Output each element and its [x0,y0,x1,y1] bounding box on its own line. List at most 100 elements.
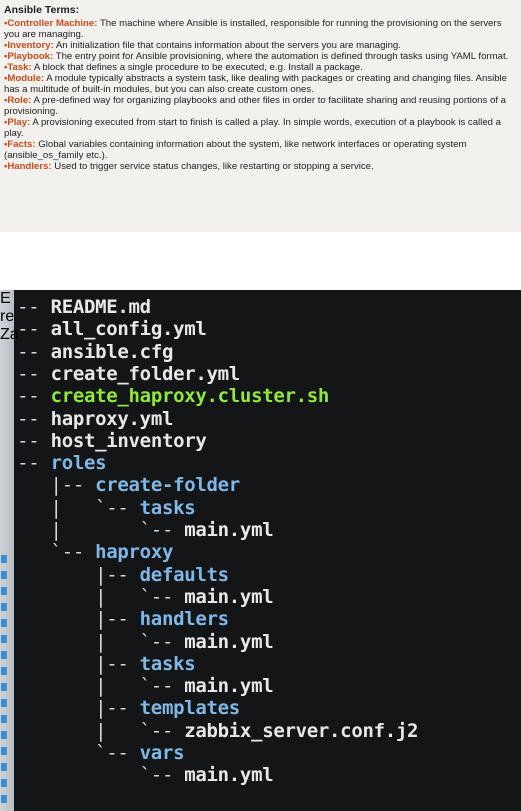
tree-line: `-- haproxy [6,541,174,564]
monitor-edge: E re Za [0,290,19,811]
tree-line: | `-- main.yml [6,630,274,653]
page-gap [0,232,521,290]
tree-line: |-- all_config.yml [6,318,207,340]
term-key: •Task: [4,62,32,73]
edge-tick [1,635,7,643]
file-name: haproxy.yml [50,407,174,430]
tree-branch: | `-- [6,519,185,541]
tree-branch: |-- [6,608,140,631]
term-definition: A provisioning executed from start to fi… [4,117,501,139]
term-item: •Playbook: The entry point for Ansible p… [4,51,521,62]
term-definition: A block that defines a single procedure … [31,62,363,73]
term-item: •Play: A provisioning executed from star… [4,117,521,139]
directory-name: vars [139,742,185,764]
tree-branch: | `-- [6,630,185,653]
term-definition: An initialization file that contains inf… [53,40,401,51]
margin-glyph: Za [0,326,19,343]
tree-line: `-- vars [6,742,184,764]
edge-tick [1,587,7,595]
term-key: •Playbook: [4,51,54,62]
file-name: main.yml [184,585,274,608]
tree-line: `-- main.yml [6,764,274,787]
tree-line: |-- tasks [6,652,196,675]
tree-line: | `-- main.yml [6,585,274,608]
margin-glyph: E [0,290,11,307]
edge-tick [1,651,7,659]
term-item: •Controller Machine: The machine where A… [4,18,521,40]
tree-line: |-- create_folder.yml [6,363,240,385]
tree-line: `-- roles [6,452,107,475]
term-definition: A module typically abstracts a system ta… [4,73,508,95]
tree-branch: | `-- [6,719,185,742]
tree-line: |-- README.md [6,296,151,318]
file-name: ansible.cfg [50,340,174,363]
file-name: create_folder.yml [50,362,241,385]
tree-line: | `-- main.yml [6,675,274,698]
tree-branch: |-- [6,697,140,720]
edge-tick [1,555,7,563]
term-definition: Used to trigger service status changes, … [51,161,374,172]
term-item: •Module: A module typically abstracts a … [4,73,521,95]
file-name: zabbix_server.conf.j2 [184,719,419,742]
edge-tick [1,699,7,707]
file-name: create_haproxy.cluster.sh [50,385,330,408]
tree-line: | `-- main.yml [6,519,274,541]
term-item: •Facts: Global variables containing info… [4,139,521,161]
directory-name: tasks [139,496,196,519]
edge-tick [1,619,7,627]
tree-line: |-- create_haproxy.cluster.sh [6,385,329,407]
term-key: •Role: [4,95,32,106]
directory-name: roles [50,452,107,475]
edge-tick [1,747,7,755]
file-name: main.yml [184,519,274,541]
file-name: host_inventory [50,429,207,452]
edge-tick [1,715,7,723]
terms-list: •Controller Machine: The machine where A… [4,18,521,172]
term-definition: A pre-defined way for organizing playboo… [4,95,506,117]
tree-line: | `-- zabbix_server.conf.j2 [6,720,418,742]
term-key: •Facts: [4,139,36,150]
directory-name: defaults [139,563,229,586]
term-definition: The entry point for Ansible provisioning… [53,51,509,62]
tree-branch: |-- [6,563,140,586]
file-name: main.yml [184,675,274,698]
tree-branch: `-- [6,541,96,564]
directory-name: tasks [139,652,196,675]
ansible-terms-panel: Ansible Terms: •Controller Machine: The … [0,0,521,232]
terminal-photo: |-- README.md |-- all_config.yml |-- ansib… [0,290,521,811]
edge-tick [1,731,7,739]
edge-tick [1,779,7,787]
edge-tick [1,763,7,771]
edge-tick [1,603,7,611]
file-name: main.yml [184,630,274,653]
tree-branch: `-- [6,742,140,764]
file-name: README.md [50,296,152,318]
term-key: •Inventory: [4,40,54,51]
edge-tick [1,795,7,803]
tree-line: |-- host_inventory [6,430,207,452]
term-item: •Inventory: An initialization file that … [4,40,521,51]
tree-line: | `-- tasks [6,496,196,519]
term-key: •Play: [4,117,31,128]
term-item: •Role: A pre-defined way for organizing … [4,95,521,117]
term-item: •Task: A block that defines a single pro… [4,62,521,73]
tree-branch: |-- [6,474,96,497]
edge-tick [1,683,7,691]
tree-line: |-- templates [6,697,240,719]
tree-branch: |-- [6,652,140,675]
tree-line: |-- handlers [6,608,229,630]
directory-name: templates [139,697,241,720]
directory-name: haproxy [95,541,174,564]
edge-tick [1,571,7,579]
file-name: all_config.yml [50,318,207,341]
tree-branch: | `-- [6,496,140,519]
terms-heading: Ansible Terms: [4,4,80,16]
edge-tick [1,667,7,675]
tree-branch: `-- [6,764,185,787]
tree-line: |-- haproxy.yml [6,408,173,430]
margin-glyph: re [0,308,15,325]
tree-line: |-- ansible.cfg [6,341,173,363]
file-name: main.yml [184,764,274,787]
term-key: •Module: [4,73,45,84]
term-key: •Handlers: [4,161,52,172]
